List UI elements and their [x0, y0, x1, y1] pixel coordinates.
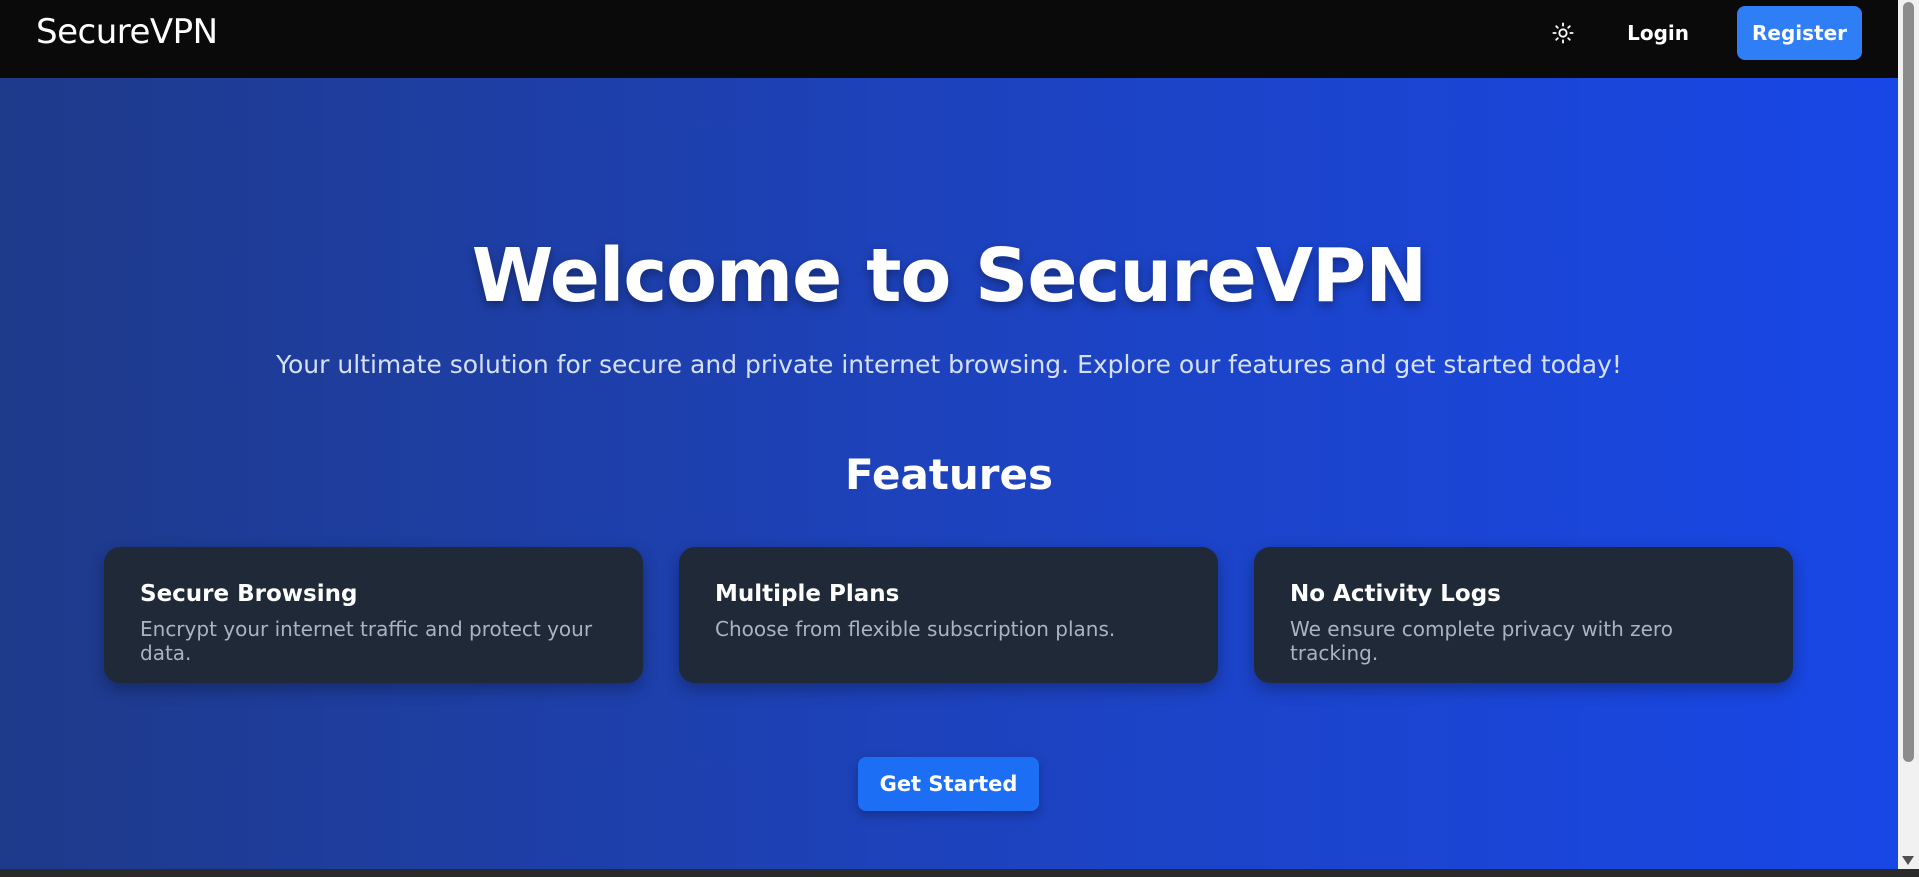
vertical-scrollbar[interactable]	[1898, 0, 1919, 869]
brand-logo[interactable]: SecureVPN	[36, 12, 218, 52]
feature-card-secure-browsing: Secure Browsing Encrypt your internet tr…	[104, 547, 643, 683]
hero-subtitle: Your ultimate solution for secure and pr…	[276, 350, 1622, 379]
hero-title: Welcome to SecureVPN	[471, 233, 1427, 319]
feature-card-title: Multiple Plans	[715, 581, 900, 607]
nav-actions: Login Register	[1543, 6, 1862, 60]
register-button[interactable]: Register	[1737, 6, 1862, 60]
scrollbar-thumb[interactable]	[1903, 2, 1914, 762]
feature-card-description: Choose from flexible subscription plans.	[715, 617, 1116, 641]
login-link[interactable]: Login	[1627, 21, 1689, 45]
get-started-button[interactable]: Get Started	[858, 757, 1039, 811]
sun-icon[interactable]	[1543, 13, 1583, 53]
feature-card-description: Encrypt your internet traffic and protec…	[140, 617, 593, 665]
feature-card-description: We ensure complete privacy with zero tra…	[1290, 617, 1673, 665]
hero-section: Welcome to SecureVPN Your ultimate solut…	[0, 78, 1898, 869]
feature-card-title: No Activity Logs	[1290, 581, 1501, 607]
feature-card-multiple-plans: Multiple Plans Choose from flexible subs…	[679, 547, 1218, 683]
scroll-down-arrow-icon[interactable]	[1902, 856, 1914, 865]
bottom-edge-bar	[0, 869, 1919, 877]
page: SecureVPN Login Register Welcome to Secu…	[0, 0, 1919, 877]
top-navbar: SecureVPN Login Register	[0, 0, 1898, 78]
features-heading: Features	[845, 450, 1053, 499]
feature-card-no-activity-logs: No Activity Logs We ensure complete priv…	[1254, 547, 1793, 683]
feature-card-title: Secure Browsing	[140, 581, 358, 607]
